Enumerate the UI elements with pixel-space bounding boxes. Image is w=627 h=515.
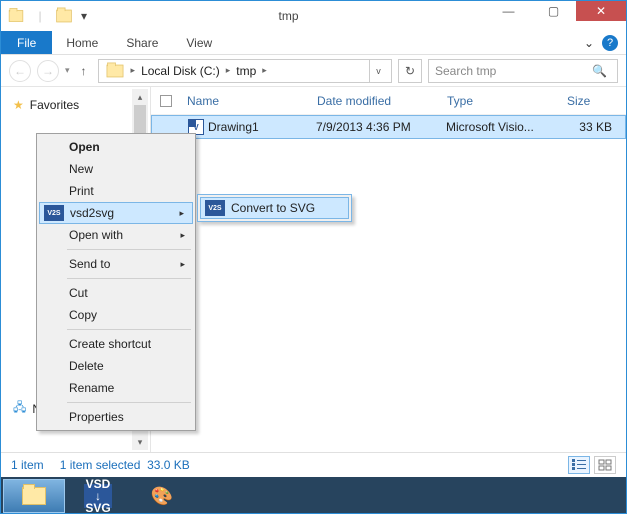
context-menu: Open New Print V2S vsd2svg ▸ Open with ▸… <box>36 133 196 431</box>
help-icon[interactable]: ? <box>602 35 618 51</box>
explorer-window: | ▾ tmp — ▢ ✕ File Home Share View ⌄ ? ←… <box>0 0 627 514</box>
menu-separator <box>67 278 191 279</box>
menu-separator <box>67 329 191 330</box>
column-checkbox[interactable] <box>151 95 181 107</box>
file-date: 7/9/2013 4:36 PM <box>310 120 440 134</box>
menu-open[interactable]: Open <box>39 136 193 158</box>
submenu-convert[interactable]: V2S Convert to SVG <box>200 197 349 219</box>
tab-view[interactable]: View <box>172 31 226 54</box>
vsd2svg-icon: VSD ↓ SVG <box>84 484 112 508</box>
close-button[interactable]: ✕ <box>576 1 626 21</box>
menu-sendto[interactable]: Send to ▸ <box>39 253 193 275</box>
details-view-button[interactable] <box>568 456 590 474</box>
ribbon-tabs: File Home Share View ⌄ ? <box>1 31 626 55</box>
refresh-button[interactable]: ↻ <box>398 59 422 83</box>
context-submenu: V2S Convert to SVG <box>197 194 352 222</box>
minimize-button[interactable]: — <box>486 1 531 21</box>
status-bar: 1 item 1 item selected 33.0 KB <box>1 453 626 477</box>
column-date[interactable]: Date modified <box>311 94 441 108</box>
new-folder-icon[interactable] <box>53 5 75 27</box>
thumbnails-view-button[interactable] <box>594 456 616 474</box>
table-row[interactable]: V Drawing1 7/9/2013 4:36 PM Microsoft Vi… <box>151 115 626 139</box>
file-type: Microsoft Visio... <box>440 120 558 134</box>
scroll-thumb[interactable] <box>134 105 146 135</box>
column-headers: Name Date modified Type Size <box>151 87 626 115</box>
vsd2svg-submenu-icon: V2S <box>205 200 225 216</box>
menu-openwith[interactable]: Open with ▸ <box>39 224 193 246</box>
menu-separator <box>67 402 191 403</box>
tab-file[interactable]: File <box>1 31 52 54</box>
window-controls: — ▢ ✕ <box>486 1 626 31</box>
menu-cut[interactable]: Cut <box>39 282 193 304</box>
column-size[interactable]: Size <box>561 94 621 108</box>
details-view-icon <box>572 459 586 471</box>
crumb-sep-icon-2[interactable]: ▸ <box>262 65 267 76</box>
menu-rename[interactable]: Rename <box>39 377 193 399</box>
file-size: 33 KB <box>558 120 618 134</box>
title-bar: | ▾ tmp — ▢ ✕ <box>1 1 626 31</box>
qat-dropdown-icon[interactable]: ▾ <box>77 5 91 27</box>
menu-vsd2svg[interactable]: V2S vsd2svg ▸ <box>39 202 193 224</box>
file-name: Drawing1 <box>208 120 259 134</box>
window-title: tmp <box>91 9 486 23</box>
address-dropdown-icon[interactable]: v <box>369 60 387 82</box>
expand-ribbon-icon[interactable]: ⌄ <box>584 36 594 50</box>
submenu-arrow-icon: ▸ <box>179 208 184 219</box>
taskbar-vsd2svg[interactable]: VSD ↓ SVG <box>67 479 129 513</box>
star-icon: ★ <box>13 98 24 112</box>
taskbar-paint[interactable]: 🎨 <box>131 479 193 513</box>
taskbar: VSD ↓ SVG 🎨 <box>1 477 626 513</box>
back-button[interactable]: ← <box>9 60 31 82</box>
tab-share[interactable]: Share <box>112 31 172 54</box>
history-dropdown-icon[interactable]: ▾ <box>65 65 70 76</box>
menu-print[interactable]: Print <box>39 180 193 202</box>
location-icon <box>106 64 123 77</box>
taskbar-explorer[interactable] <box>3 479 65 513</box>
status-item-count: 1 item <box>11 458 44 472</box>
menu-copy[interactable]: Copy <box>39 304 193 326</box>
qat-separator: | <box>29 5 51 27</box>
file-list: Name Date modified Type Size V Drawing1 … <box>151 87 626 452</box>
search-placeholder: Search tmp <box>435 64 592 78</box>
view-buttons <box>568 456 616 474</box>
submenu-arrow-icon: ▸ <box>180 259 185 270</box>
submenu-arrow-icon: ▸ <box>180 230 185 241</box>
search-icon: 🔍 <box>592 64 607 78</box>
thumbnails-view-icon <box>598 459 612 471</box>
forward-button[interactable]: → <box>37 60 59 82</box>
folder-props-icon[interactable] <box>5 5 27 27</box>
nav-favorites[interactable]: ★ Favorites <box>11 95 146 115</box>
crumb-sep-icon[interactable]: ▸ <box>226 65 231 76</box>
nav-favorites-label: Favorites <box>30 98 79 112</box>
column-type[interactable]: Type <box>441 94 561 108</box>
menu-separator <box>67 249 191 250</box>
paint-icon: 🎨 <box>150 485 174 507</box>
menu-shortcut[interactable]: Create shortcut <box>39 333 193 355</box>
address-bar-row: ← → ▾ ↑ ▸ Local Disk (C:) ▸ tmp ▸ v ↻ Se… <box>1 55 626 87</box>
network-icon: 🖧 <box>13 398 26 419</box>
menu-delete[interactable]: Delete <box>39 355 193 377</box>
crumb-root-sep[interactable]: ▸ <box>131 65 136 76</box>
tab-home[interactable]: Home <box>52 31 112 54</box>
breadcrumb[interactable]: ▸ Local Disk (C:) ▸ tmp ▸ v <box>98 59 392 83</box>
status-selection: 1 item selected 33.0 KB <box>60 458 190 472</box>
search-input[interactable]: Search tmp 🔍 <box>428 59 618 83</box>
column-name[interactable]: Name <box>181 94 311 108</box>
menu-new[interactable]: New <box>39 158 193 180</box>
vsd2svg-menu-icon: V2S <box>44 205 64 221</box>
scroll-down-icon[interactable]: ▾ <box>132 434 148 450</box>
quick-access-toolbar: | ▾ <box>1 5 91 27</box>
crumb-folder[interactable]: tmp <box>232 64 260 78</box>
folder-icon <box>22 487 46 505</box>
crumb-drive[interactable]: Local Disk (C:) <box>137 64 224 78</box>
up-button[interactable]: ↑ <box>76 64 92 78</box>
maximize-button[interactable]: ▢ <box>531 1 576 21</box>
scroll-up-icon[interactable]: ▴ <box>132 89 148 105</box>
menu-properties[interactable]: Properties <box>39 406 193 428</box>
